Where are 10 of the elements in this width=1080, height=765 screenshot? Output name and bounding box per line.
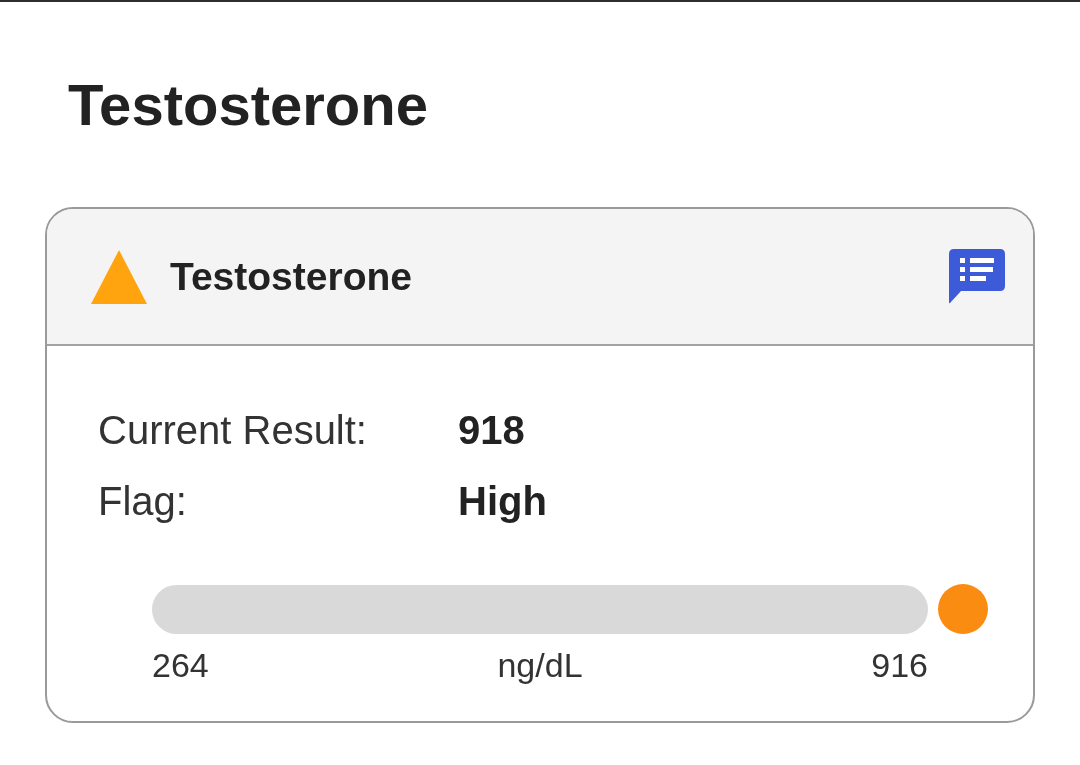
field-value: 918	[458, 407, 525, 454]
range-unit-label: ng/dL	[497, 645, 583, 685]
notes-list-icon[interactable]	[949, 249, 1005, 304]
range-low-label: 264	[152, 645, 209, 685]
field-label: Current Result:	[98, 408, 367, 452]
card-title: Testosterone	[170, 257, 412, 296]
field-label: Flag:	[98, 479, 187, 523]
field-value: High	[458, 478, 547, 525]
page-title: Testosterone	[68, 76, 428, 134]
range-high-label: 916	[871, 645, 928, 685]
